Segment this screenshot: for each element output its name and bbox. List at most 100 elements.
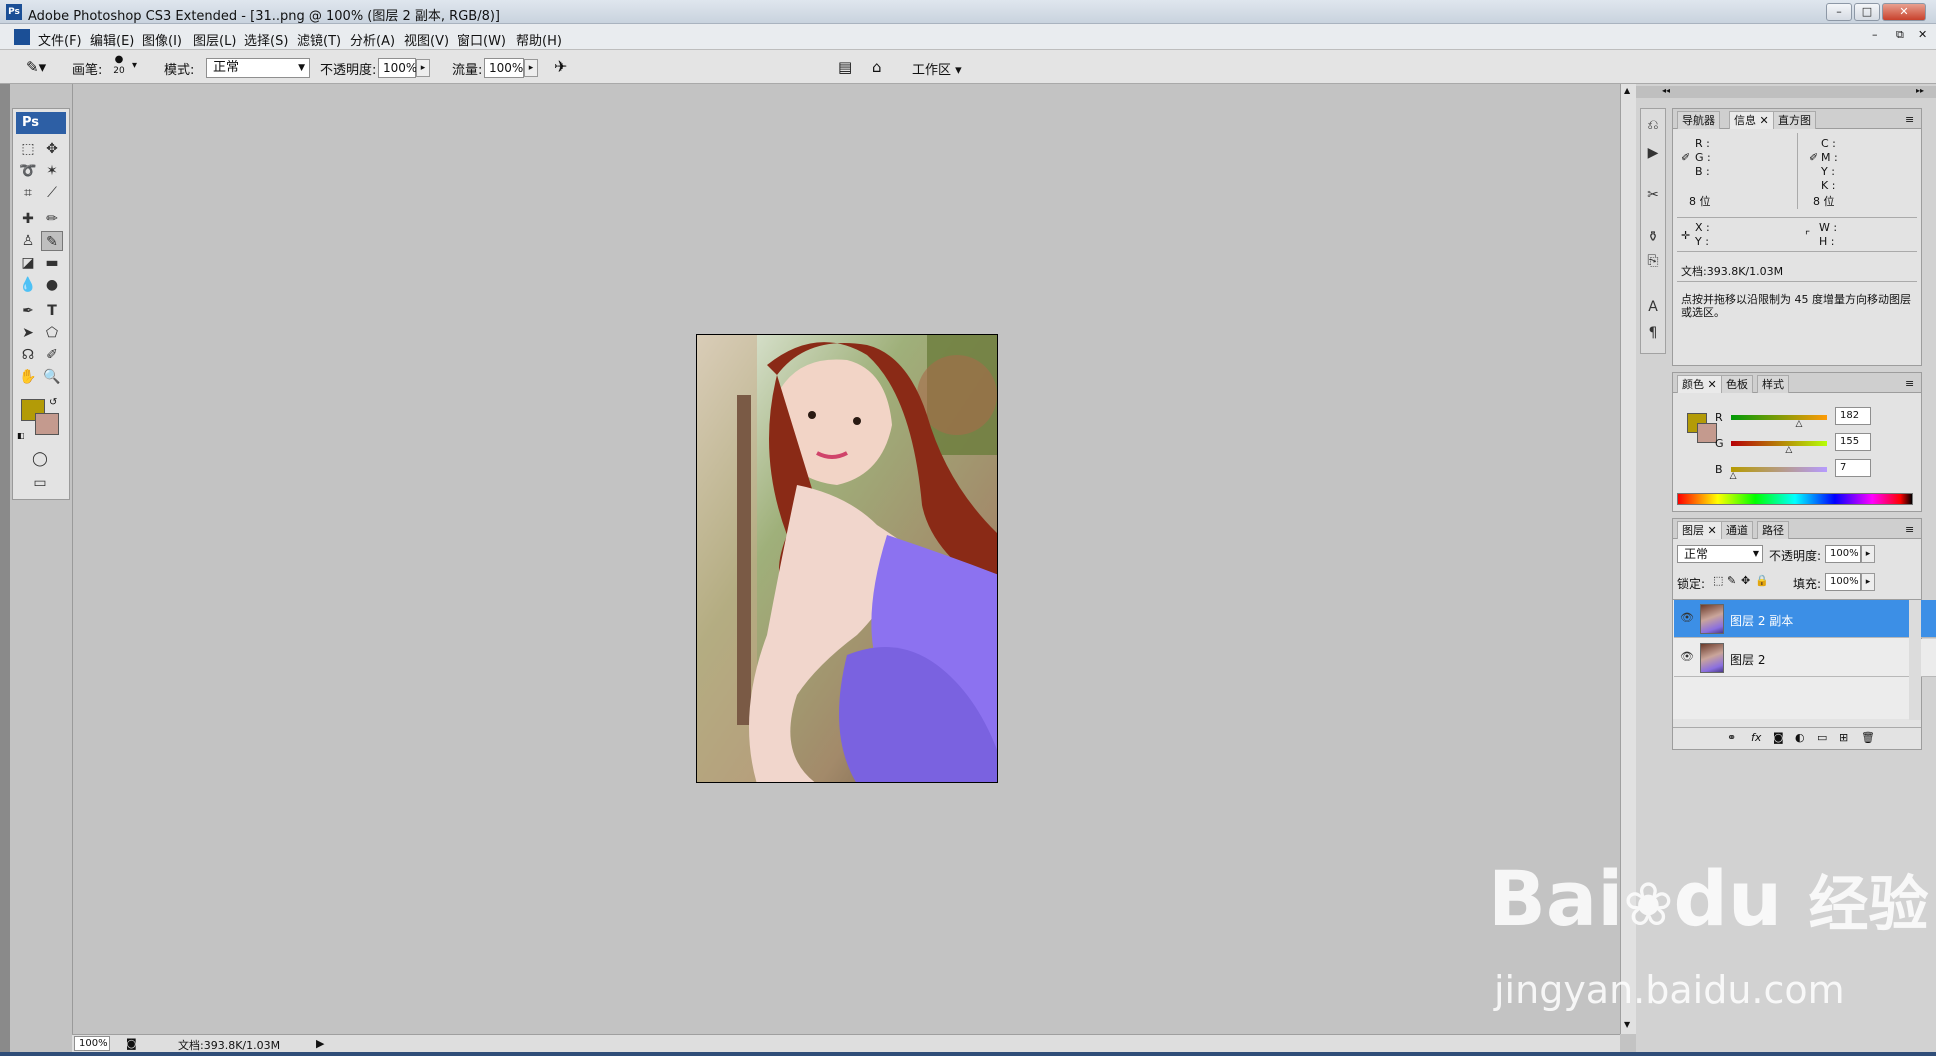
zoom-input[interactable]: 100% bbox=[74, 1036, 110, 1051]
color-spectrum-ramp[interactable] bbox=[1677, 493, 1913, 505]
layer-row[interactable]: 👁 图层 2 bbox=[1674, 639, 1936, 677]
bridge-icon[interactable]: ⌂ bbox=[872, 58, 882, 76]
clone-stamp-tool-icon[interactable]: ♙ bbox=[17, 231, 39, 251]
lock-image-icon[interactable]: ✎ bbox=[1727, 574, 1736, 587]
lock-position-icon[interactable]: ✥ bbox=[1741, 574, 1750, 587]
tab-paths[interactable]: 路径 bbox=[1757, 521, 1789, 539]
color-g-slider[interactable] bbox=[1731, 441, 1827, 446]
new-layer-icon[interactable]: ⊞ bbox=[1839, 731, 1848, 744]
color-r-thumb[interactable]: △ bbox=[1796, 419, 1803, 429]
screen-mode-icon[interactable]: ▭ bbox=[29, 473, 51, 493]
opacity-slider-button[interactable]: ▸ bbox=[416, 59, 430, 77]
eraser-tool-icon[interactable]: ◪ bbox=[17, 253, 39, 273]
color-panel-menu-icon[interactable]: ≡ bbox=[1905, 377, 1914, 390]
layer-opacity-input[interactable]: 100% bbox=[1825, 545, 1861, 563]
fill-input[interactable]: 100% bbox=[1825, 573, 1861, 591]
menu-image[interactable]: 图像(I) bbox=[142, 30, 182, 49]
visibility-eye-icon[interactable]: 👁 bbox=[1680, 611, 1694, 624]
magic-wand-tool-icon[interactable]: ✶ bbox=[41, 161, 63, 181]
crop-tool-icon[interactable]: ⌗ bbox=[17, 183, 39, 203]
minimize-button[interactable]: – bbox=[1826, 3, 1852, 21]
zoom-tool-icon[interactable]: 🔍 bbox=[41, 367, 63, 387]
airbrush-icon[interactable]: ✈ bbox=[554, 57, 567, 76]
layer-opacity-slider-button[interactable]: ▸ bbox=[1861, 545, 1875, 563]
maximize-button[interactable]: □ bbox=[1854, 3, 1880, 21]
quick-mask-icon[interactable]: ◯ bbox=[29, 449, 51, 469]
menu-analysis[interactable]: 分析(A) bbox=[350, 30, 395, 49]
trash-icon[interactable]: 🗑 bbox=[1861, 731, 1875, 744]
lock-transparent-icon[interactable]: ⬚ bbox=[1713, 574, 1723, 587]
color-b-thumb[interactable]: △ bbox=[1730, 471, 1737, 481]
layers-panel-menu-icon[interactable]: ≡ bbox=[1905, 523, 1914, 536]
mode-select[interactable]: 正常 ▼ bbox=[206, 58, 310, 78]
document-image[interactable] bbox=[696, 334, 998, 783]
fx-icon[interactable]: fx bbox=[1751, 731, 1761, 744]
adjustment-icon[interactable]: ◐ bbox=[1795, 731, 1805, 744]
color-g-input[interactable]: 155 bbox=[1835, 433, 1871, 451]
shape-tool-icon[interactable]: ⬠ bbox=[41, 323, 63, 343]
menu-filter[interactable]: 滤镜(T) bbox=[297, 30, 341, 49]
blend-mode-select[interactable]: 正常 ▼ bbox=[1677, 545, 1763, 563]
color-bg-swatch[interactable] bbox=[1697, 423, 1717, 443]
healing-brush-tool-icon[interactable]: ✚ bbox=[17, 209, 39, 229]
menu-select[interactable]: 选择(S) bbox=[244, 30, 288, 49]
actions-panel-icon[interactable]: ▶ bbox=[1643, 143, 1663, 163]
default-colors-icon[interactable]: ◧ bbox=[17, 431, 25, 440]
menu-window[interactable]: 窗口(W) bbox=[457, 30, 506, 49]
expand-dock-icon[interactable]: ▸▸ bbox=[1916, 86, 1924, 95]
slice-tool-icon[interactable]: ⟋ bbox=[41, 183, 63, 203]
palette-well-icon[interactable]: ▤ bbox=[838, 58, 852, 76]
layers-scrollbar[interactable] bbox=[1909, 600, 1921, 720]
color-r-slider[interactable] bbox=[1731, 415, 1827, 420]
color-r-input[interactable]: 182 bbox=[1835, 407, 1871, 425]
swap-colors-icon[interactable]: ↺ bbox=[49, 397, 57, 408]
tab-styles[interactable]: 样式 bbox=[1757, 375, 1789, 393]
doc-minimize-button[interactable]: – bbox=[1872, 28, 1878, 41]
layer-name[interactable]: 图层 2 副本 bbox=[1730, 612, 1793, 629]
tool-presets-icon[interactable]: ✂ bbox=[1643, 185, 1663, 205]
layer-row[interactable]: 👁 图层 2 副本 bbox=[1674, 600, 1936, 638]
fill-slider-button[interactable]: ▸ bbox=[1861, 573, 1875, 591]
gradient-tool-icon[interactable]: ▬ bbox=[41, 253, 63, 273]
tab-swatches[interactable]: 色板 bbox=[1721, 375, 1753, 393]
menu-layer[interactable]: 图层(L) bbox=[193, 30, 236, 49]
brush-picker[interactable]: ● 20 bbox=[112, 54, 126, 76]
brush-dropdown-icon[interactable]: ▾ bbox=[132, 60, 137, 71]
color-g-thumb[interactable]: △ bbox=[1785, 445, 1792, 455]
lasso-tool-icon[interactable]: ➰ bbox=[17, 161, 39, 181]
status-arrow-icon[interactable]: ▶ bbox=[316, 1037, 324, 1050]
color-b-slider[interactable] bbox=[1731, 467, 1827, 472]
menu-edit[interactable]: 编辑(E) bbox=[90, 30, 134, 49]
menu-file[interactable]: 文件(F) bbox=[38, 30, 82, 49]
tab-layers[interactable]: 图层 ✕ bbox=[1677, 521, 1722, 539]
tab-navigator[interactable]: 导航器 bbox=[1677, 111, 1720, 129]
link-icon[interactable]: ⚭ bbox=[1727, 731, 1736, 744]
visibility-eye-icon[interactable]: 👁 bbox=[1680, 650, 1694, 663]
blur-tool-icon[interactable]: 💧 bbox=[17, 275, 39, 295]
tab-channels[interactable]: 通道 bbox=[1721, 521, 1753, 539]
menu-view[interactable]: 视图(V) bbox=[404, 30, 449, 49]
3d-rotate-tool-icon[interactable]: ☊ bbox=[17, 345, 39, 365]
history-brush-tool-icon[interactable]: ✎ bbox=[41, 231, 63, 251]
paragraph-panel-icon[interactable]: ¶ bbox=[1643, 323, 1663, 343]
close-button[interactable]: ✕ bbox=[1882, 3, 1926, 21]
move-tool-icon[interactable]: ✥ bbox=[41, 139, 63, 159]
path-selection-tool-icon[interactable]: ➤ bbox=[17, 323, 39, 343]
panel-menu-icon[interactable]: ≡ bbox=[1905, 113, 1914, 126]
character-panel-icon[interactable]: A bbox=[1643, 297, 1663, 317]
doc-restore-button[interactable]: ⧉ bbox=[1896, 28, 1904, 42]
flow-input[interactable]: 100% bbox=[484, 58, 524, 78]
tab-color[interactable]: 颜色 ✕ bbox=[1677, 375, 1722, 393]
hand-tool-icon[interactable]: ✋ bbox=[17, 367, 39, 387]
dodge-tool-icon[interactable]: ● bbox=[41, 275, 63, 295]
color-b-input[interactable]: 7 bbox=[1835, 459, 1871, 477]
mask-icon[interactable]: ◙ bbox=[1773, 731, 1784, 744]
tab-histogram[interactable]: 直方图 bbox=[1773, 111, 1816, 129]
tool-preset-icon[interactable]: ✎▾ bbox=[26, 58, 46, 76]
opacity-input[interactable]: 100% bbox=[378, 58, 417, 78]
tab-info[interactable]: 信息 ✕ bbox=[1729, 111, 1774, 129]
scroll-down-icon[interactable]: ▼ bbox=[1624, 1020, 1630, 1029]
type-tool-icon[interactable]: T bbox=[41, 301, 63, 321]
brushes-panel-icon[interactable]: ⚱ bbox=[1643, 227, 1663, 247]
flow-slider-button[interactable]: ▸ bbox=[524, 59, 538, 77]
